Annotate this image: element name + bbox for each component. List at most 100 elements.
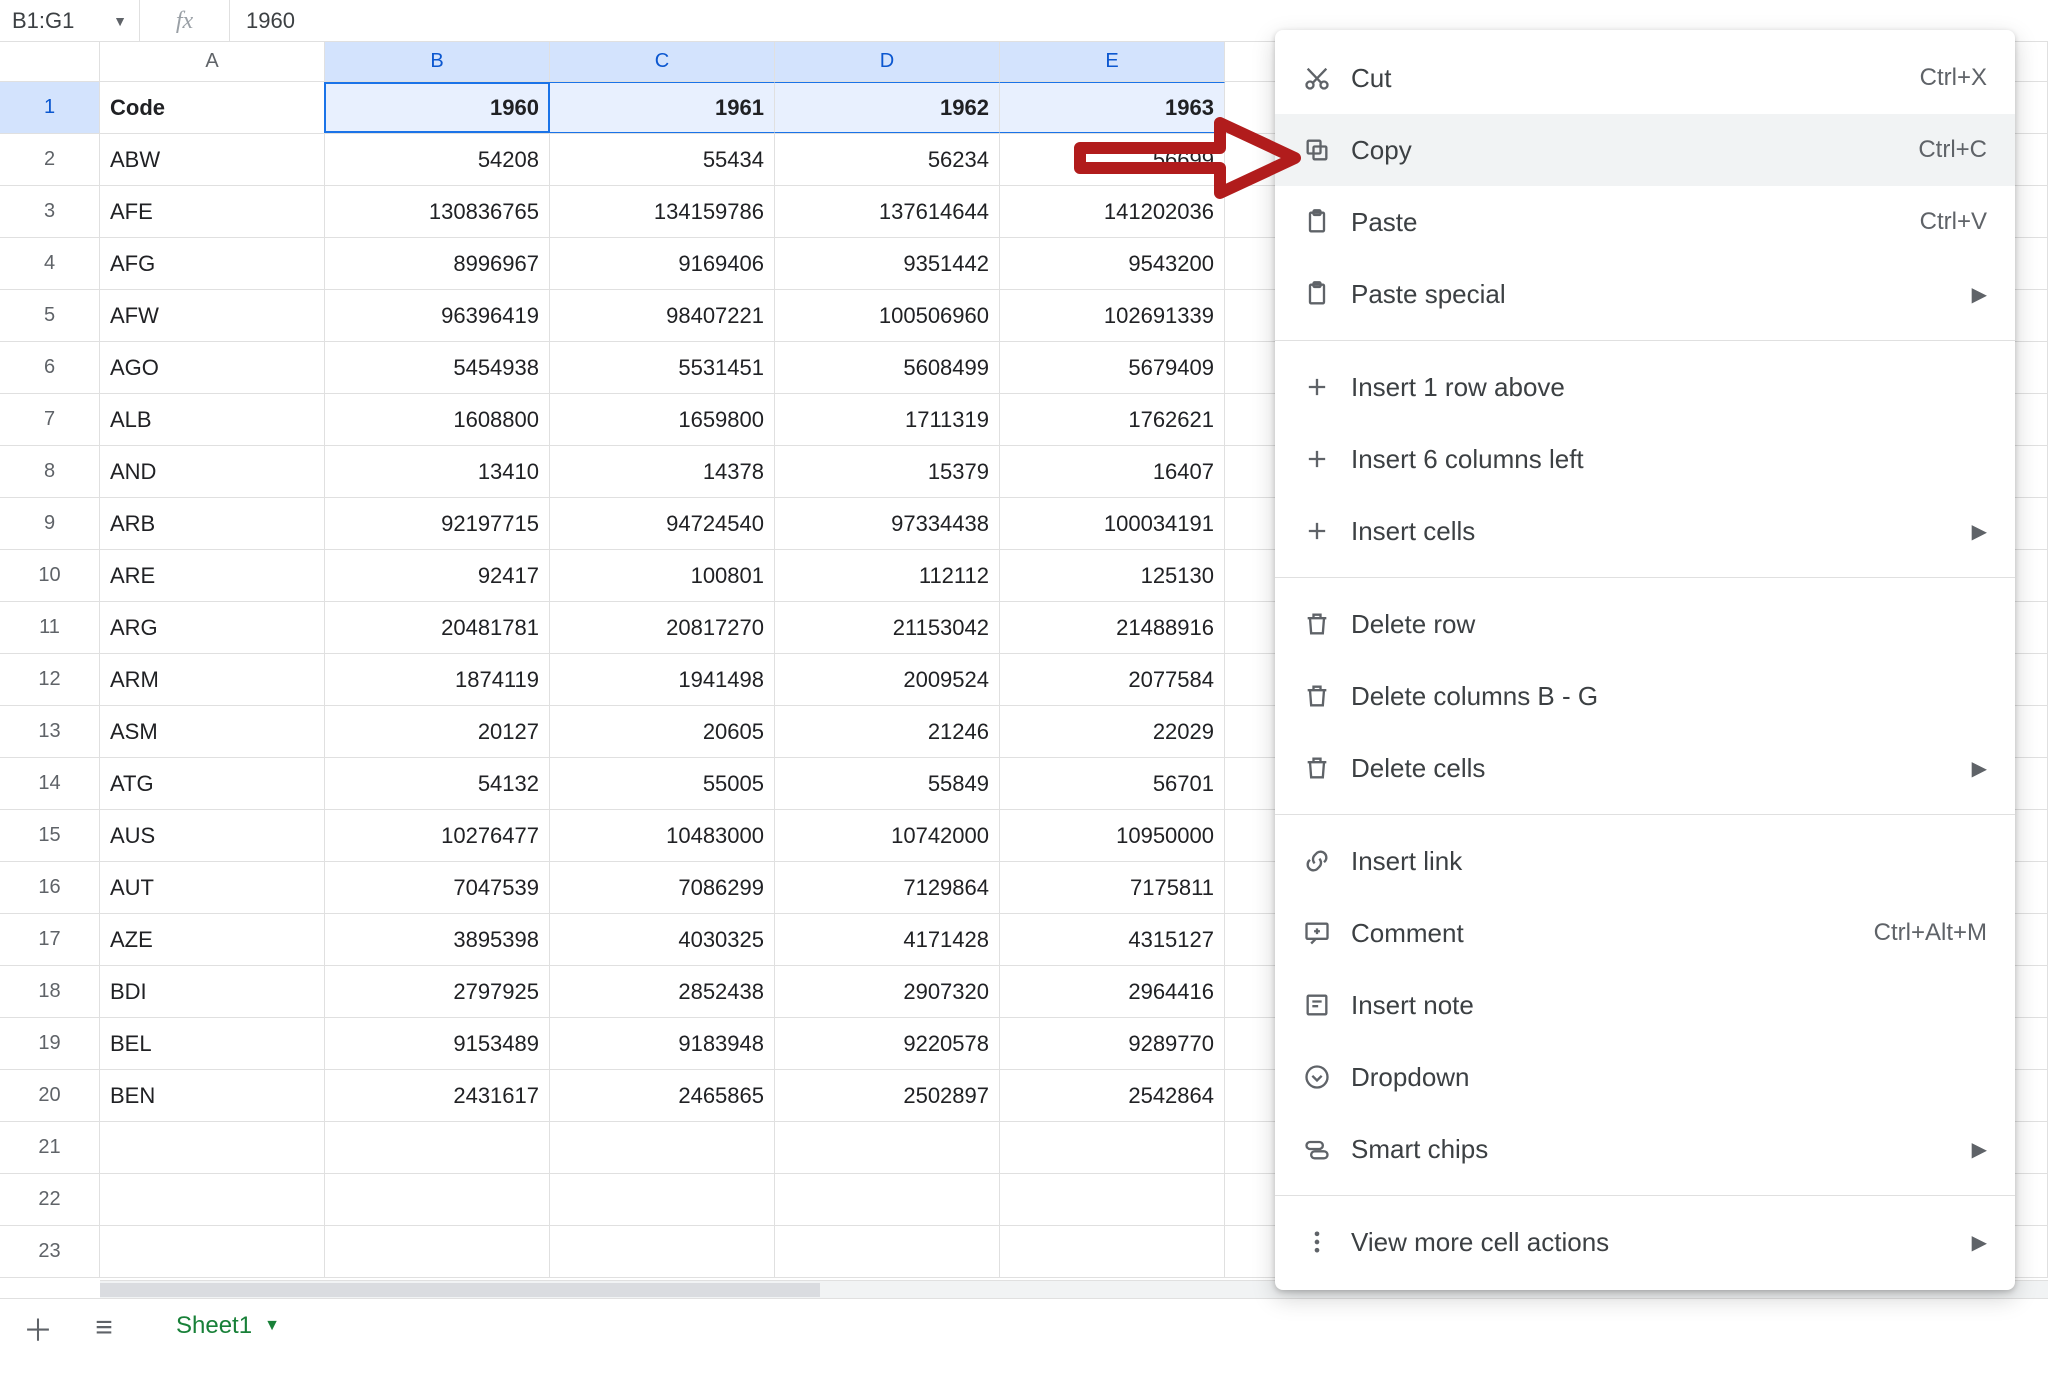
row-header[interactable]: 8: [0, 446, 100, 497]
menu-item-dropdown[interactable]: Dropdown: [1275, 1041, 2015, 1113]
header-cell[interactable]: Code: [100, 82, 325, 133]
menu-item-insert-1-row-above[interactable]: Insert 1 row above: [1275, 351, 2015, 423]
data-cell[interactable]: 21246: [775, 706, 1000, 757]
data-cell[interactable]: ASM: [100, 706, 325, 757]
data-cell[interactable]: 2542864: [1000, 1070, 1225, 1121]
data-cell[interactable]: 4315127: [1000, 914, 1225, 965]
data-cell[interactable]: 2907320: [775, 966, 1000, 1017]
data-cell[interactable]: 14378: [550, 446, 775, 497]
data-cell[interactable]: 10950000: [1000, 810, 1225, 861]
data-cell[interactable]: [100, 1174, 325, 1225]
data-cell[interactable]: AND: [100, 446, 325, 497]
row-header[interactable]: 20: [0, 1070, 100, 1121]
data-cell[interactable]: 5608499: [775, 342, 1000, 393]
data-cell[interactable]: 1608800: [325, 394, 550, 445]
row-header[interactable]: 5: [0, 290, 100, 341]
data-cell[interactable]: 20605: [550, 706, 775, 757]
data-cell[interactable]: AFE: [100, 186, 325, 237]
data-cell[interactable]: AZE: [100, 914, 325, 965]
column-header-c[interactable]: C: [550, 42, 775, 81]
menu-item-paste-special[interactable]: Paste special▶: [1275, 258, 2015, 330]
row-header[interactable]: 12: [0, 654, 100, 705]
data-cell[interactable]: BEL: [100, 1018, 325, 1069]
row-header[interactable]: 16: [0, 862, 100, 913]
data-cell[interactable]: 9289770: [1000, 1018, 1225, 1069]
data-cell[interactable]: AUS: [100, 810, 325, 861]
data-cell[interactable]: [775, 1174, 1000, 1225]
data-cell[interactable]: ARE: [100, 550, 325, 601]
data-cell[interactable]: 92197715: [325, 498, 550, 549]
data-cell[interactable]: 20127: [325, 706, 550, 757]
data-cell[interactable]: 137614644: [775, 186, 1000, 237]
data-cell[interactable]: ALB: [100, 394, 325, 445]
header-cell[interactable]: 1962: [775, 82, 1000, 133]
data-cell[interactable]: 96396419: [325, 290, 550, 341]
data-cell[interactable]: 2077584: [1000, 654, 1225, 705]
data-cell[interactable]: 4030325: [550, 914, 775, 965]
data-cell[interactable]: 10276477: [325, 810, 550, 861]
add-sheet-button[interactable]: ＋: [20, 1310, 56, 1346]
data-cell[interactable]: 10742000: [775, 810, 1000, 861]
data-cell[interactable]: 130836765: [325, 186, 550, 237]
data-cell[interactable]: 1874119: [325, 654, 550, 705]
row-header[interactable]: 7: [0, 394, 100, 445]
row-header[interactable]: 9: [0, 498, 100, 549]
data-cell[interactable]: 8996967: [325, 238, 550, 289]
header-cell[interactable]: 1960: [325, 82, 550, 133]
menu-item-copy[interactable]: CopyCtrl+C: [1275, 114, 2015, 186]
row-header[interactable]: 17: [0, 914, 100, 965]
data-cell[interactable]: 9543200: [1000, 238, 1225, 289]
data-cell[interactable]: 7129864: [775, 862, 1000, 913]
data-cell[interactable]: 15379: [775, 446, 1000, 497]
data-cell[interactable]: 100034191: [1000, 498, 1225, 549]
data-cell[interactable]: 5679409: [1000, 342, 1225, 393]
data-cell[interactable]: ARG: [100, 602, 325, 653]
data-cell[interactable]: 100506960: [775, 290, 1000, 341]
data-cell[interactable]: 20481781: [325, 602, 550, 653]
data-cell[interactable]: 1711319: [775, 394, 1000, 445]
row-header[interactable]: 23: [0, 1226, 100, 1277]
data-cell[interactable]: 98407221: [550, 290, 775, 341]
data-cell[interactable]: AFG: [100, 238, 325, 289]
data-cell[interactable]: [1000, 1226, 1225, 1277]
row-header[interactable]: 1: [0, 82, 100, 133]
data-cell[interactable]: [1000, 1174, 1225, 1225]
data-cell[interactable]: 21488916: [1000, 602, 1225, 653]
data-cell[interactable]: 7175811: [1000, 862, 1225, 913]
menu-item-view-more-cell-actions[interactable]: View more cell actions▶: [1275, 1206, 2015, 1278]
data-cell[interactable]: [325, 1122, 550, 1173]
data-cell[interactable]: 2502897: [775, 1070, 1000, 1121]
menu-item-smart-chips[interactable]: Smart chips▶: [1275, 1113, 2015, 1185]
row-header[interactable]: 2: [0, 134, 100, 185]
data-cell[interactable]: 100801: [550, 550, 775, 601]
data-cell[interactable]: BDI: [100, 966, 325, 1017]
data-cell[interactable]: 55849: [775, 758, 1000, 809]
row-header[interactable]: 19: [0, 1018, 100, 1069]
data-cell[interactable]: [100, 1122, 325, 1173]
row-header[interactable]: 6: [0, 342, 100, 393]
data-cell[interactable]: 97334438: [775, 498, 1000, 549]
data-cell[interactable]: 13410: [325, 446, 550, 497]
menu-item-insert-6-columns-left[interactable]: Insert 6 columns left: [1275, 423, 2015, 495]
data-cell[interactable]: 3895398: [325, 914, 550, 965]
data-cell[interactable]: 9351442: [775, 238, 1000, 289]
data-cell[interactable]: ARB: [100, 498, 325, 549]
data-cell[interactable]: 5454938: [325, 342, 550, 393]
select-all-corner[interactable]: [0, 42, 100, 81]
data-cell[interactable]: AUT: [100, 862, 325, 913]
data-cell[interactable]: 16407: [1000, 446, 1225, 497]
data-cell[interactable]: BEN: [100, 1070, 325, 1121]
column-header-d[interactable]: D: [775, 42, 1000, 81]
data-cell[interactable]: 2797925: [325, 966, 550, 1017]
all-sheets-button[interactable]: ≡: [86, 1310, 122, 1346]
row-header[interactable]: 4: [0, 238, 100, 289]
data-cell[interactable]: [325, 1174, 550, 1225]
data-cell[interactable]: 55005: [550, 758, 775, 809]
data-cell[interactable]: 54208: [325, 134, 550, 185]
data-cell[interactable]: 4171428: [775, 914, 1000, 965]
row-header[interactable]: 13: [0, 706, 100, 757]
data-cell[interactable]: 2964416: [1000, 966, 1225, 1017]
data-cell[interactable]: 56701: [1000, 758, 1225, 809]
data-cell[interactable]: 112112: [775, 550, 1000, 601]
data-cell[interactable]: 20817270: [550, 602, 775, 653]
